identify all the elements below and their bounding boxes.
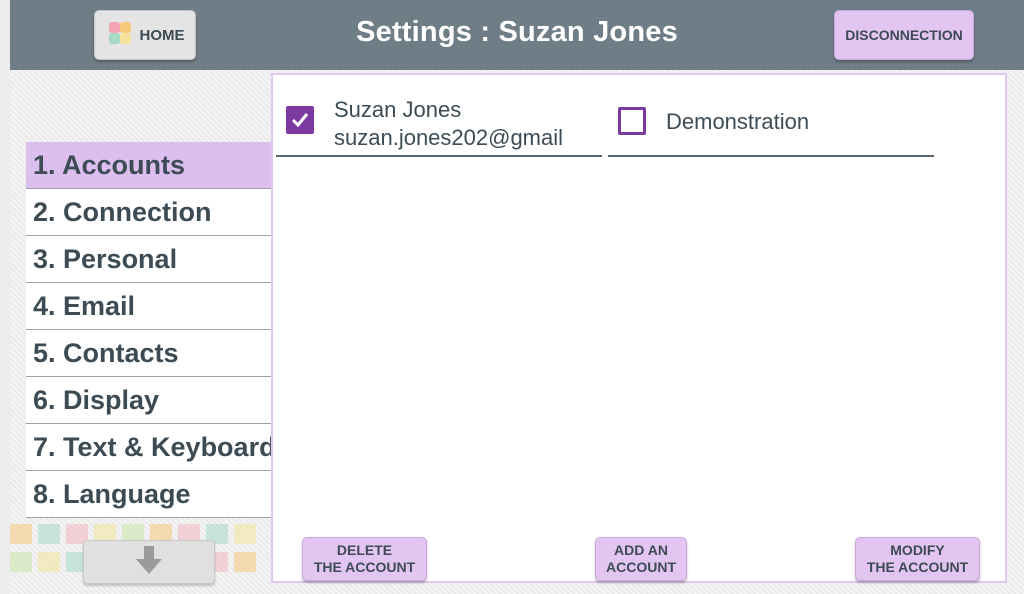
delete-label-line1: DELETE xyxy=(336,542,393,558)
account-name: Demonstration xyxy=(666,109,810,134)
add-label-line2: ACCOUNT xyxy=(606,559,676,575)
accounts-panel: Suzan Jones suzan.jones202@gmail Demonst… xyxy=(271,73,1007,583)
sidebar-item-text-keyboard[interactable]: 7. Text & Keyboard xyxy=(26,424,272,471)
account-checkbox[interactable] xyxy=(618,107,646,135)
modify-account-button[interactable]: MODIFY THE ACCOUNT xyxy=(855,537,980,581)
sidebar-item-connection[interactable]: 2. Connection xyxy=(26,189,272,236)
checkmark-icon xyxy=(291,113,309,128)
delete-account-button[interactable]: DELETE THE ACCOUNT xyxy=(302,537,427,581)
scroll-down-button[interactable] xyxy=(83,540,215,584)
delete-label-line2: THE ACCOUNT xyxy=(313,559,416,575)
sidebar-item-email[interactable]: 4. Email xyxy=(26,283,272,330)
account-checkbox[interactable] xyxy=(286,106,314,134)
top-bar: HOME Settings : Suzan Jones DISCONNECTIO… xyxy=(10,0,1024,70)
account-name: Suzan Jones xyxy=(334,97,462,122)
sidebar-item-contacts[interactable]: 5. Contacts xyxy=(26,330,272,377)
account-item[interactable]: Demonstration xyxy=(608,93,934,157)
modify-label-line1: MODIFY xyxy=(890,542,945,558)
sidebar-item-display[interactable]: 6. Display xyxy=(26,377,272,424)
account-item[interactable]: Suzan Jones suzan.jones202@gmail xyxy=(276,93,602,157)
add-label-line1: ADD AN xyxy=(614,542,668,558)
account-email: suzan.jones202@gmail xyxy=(334,125,564,150)
sidebar-item-language[interactable]: 8. Language xyxy=(26,471,272,518)
modify-label-line2: THE ACCOUNT xyxy=(866,559,969,575)
disconnect-button[interactable]: DISCONNECTION xyxy=(834,10,974,60)
sidebar-item-accounts[interactable]: 1. Accounts xyxy=(26,142,272,189)
add-account-button[interactable]: ADD AN ACCOUNT xyxy=(595,537,687,581)
sidebar-item-personal[interactable]: 3. Personal xyxy=(26,236,272,283)
settings-sidebar: 1. Accounts 2. Connection 3. Personal 4.… xyxy=(26,142,272,518)
arrow-down-icon xyxy=(133,544,165,581)
